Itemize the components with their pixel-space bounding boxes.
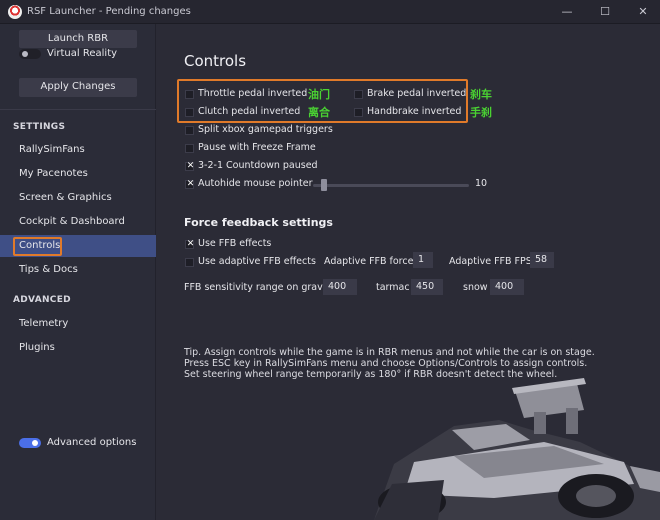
split-xbox-label: Split xbox gamepad triggers — [198, 124, 333, 135]
close-button[interactable]: ✕ — [636, 5, 650, 19]
app-logo-icon — [8, 5, 22, 19]
sidebar-item-label: Telemetry — [19, 318, 69, 329]
sidebar-item-label: RallySimFans — [19, 144, 85, 155]
advanced-section-header: ADVANCED — [13, 295, 71, 305]
sidebar-divider — [0, 109, 156, 110]
autohide-delay-slider[interactable] — [313, 184, 469, 187]
sidebar-item-screen-graphics[interactable]: Screen & Graphics — [0, 187, 156, 209]
tip-line: Press ESC key in RallySimFans menu and c… — [184, 358, 588, 369]
minimize-button[interactable]: — — [560, 5, 574, 19]
sidebar: Launch RBR Virtual Reality Apply Changes… — [0, 24, 156, 520]
throttle-annotation: 油门 — [308, 88, 330, 101]
brake-inverted-checkbox[interactable] — [354, 90, 363, 99]
virtual-reality-label: Virtual Reality — [47, 48, 118, 59]
countdown-paused-checkbox[interactable] — [185, 161, 195, 171]
sidebar-item-label: Cockpit & Dashboard — [19, 216, 125, 227]
sidebar-item-label: Screen & Graphics — [19, 192, 112, 203]
adaptive-ffb-label: Use adaptive FFB effects — [198, 256, 316, 267]
sidebar-item-plugins[interactable]: Plugins — [0, 337, 156, 359]
sidebar-item-rallysimfans[interactable]: RallySimFans — [0, 139, 156, 161]
adaptive-fps-input[interactable]: 58 — [530, 252, 554, 268]
ffb-section-title: Force feedback settings — [184, 216, 333, 229]
slider-thumb[interactable] — [320, 179, 327, 191]
split-xbox-checkbox[interactable] — [185, 126, 194, 135]
sidebar-item-controls[interactable]: Controls — [0, 235, 156, 257]
autohide-pointer-checkbox[interactable] — [185, 179, 195, 189]
advanced-options-toggle[interactable] — [19, 438, 41, 448]
throttle-inverted-label: Throttle pedal inverted — [198, 88, 308, 99]
countdown-paused-label: 3-2-1 Countdown paused — [198, 160, 318, 171]
sidebar-item-my-pacenotes[interactable]: My Pacenotes — [0, 163, 156, 185]
clutch-annotation: 离合 — [308, 106, 330, 119]
launch-rbr-button[interactable]: Launch RBR — [19, 30, 137, 48]
apply-changes-button[interactable]: Apply Changes — [19, 78, 137, 97]
tip-line: Tip. Assign controls while the game is i… — [184, 347, 595, 358]
virtual-reality-toggle[interactable] — [19, 49, 41, 59]
adaptive-force-label: Adaptive FFB force — [324, 256, 414, 267]
sidebar-item-cockpit-dashboard[interactable]: Cockpit & Dashboard — [0, 211, 156, 233]
sidebar-item-label: My Pacenotes — [19, 168, 88, 179]
handbrake-annotation: 手刹 — [470, 106, 492, 119]
autohide-delay-value: 10 — [475, 178, 488, 189]
ffb-sensitivity-label: FFB sensitivity range on gravel — [184, 282, 332, 293]
tarmac-label: tarmac — [376, 282, 410, 293]
brake-annotation: 刹车 — [470, 88, 492, 101]
adaptive-ffb-checkbox[interactable] — [185, 258, 194, 267]
clutch-inverted-label: Clutch pedal inverted — [198, 106, 301, 117]
clutch-inverted-checkbox[interactable] — [185, 108, 194, 117]
snow-range-input[interactable]: 400 — [490, 279, 524, 295]
maximize-button[interactable]: ☐ — [598, 5, 612, 19]
pause-freeze-checkbox[interactable] — [185, 144, 194, 153]
use-ffb-label: Use FFB effects — [198, 238, 272, 249]
throttle-inverted-checkbox[interactable] — [185, 90, 194, 99]
handbrake-inverted-label: Handbrake inverted — [367, 106, 462, 117]
use-ffb-checkbox[interactable] — [185, 239, 195, 249]
advanced-options-label: Advanced options — [47, 437, 137, 448]
sidebar-item-label: Plugins — [19, 342, 55, 353]
page-title: Controls — [184, 52, 247, 70]
rally-car-illustration — [374, 378, 660, 520]
adaptive-fps-label: Adaptive FFB FPS — [449, 256, 532, 267]
handbrake-inverted-checkbox[interactable] — [354, 108, 363, 117]
sidebar-item-label: Tips & Docs — [19, 264, 78, 275]
adaptive-force-input[interactable]: 1 — [413, 252, 433, 268]
autohide-pointer-label: Autohide mouse pointer — [198, 178, 313, 189]
gravel-range-input[interactable]: 400 — [323, 279, 357, 295]
window-title: RSF Launcher - Pending changes — [27, 6, 191, 17]
brake-inverted-label: Brake pedal inverted — [367, 88, 467, 99]
sidebar-item-tips-docs[interactable]: Tips & Docs — [0, 259, 156, 281]
snow-label: snow — [463, 282, 488, 293]
settings-section-header: SETTINGS — [13, 122, 66, 132]
sidebar-item-label: Controls — [19, 240, 61, 251]
controls-panel: Controls Throttle pedal inverted 油门 Brak… — [157, 24, 660, 520]
title-bar: RSF Launcher - Pending changes — ☐ ✕ — [0, 0, 660, 24]
pause-freeze-label: Pause with Freeze Frame — [198, 142, 316, 153]
sidebar-item-telemetry[interactable]: Telemetry — [0, 313, 156, 335]
tarmac-range-input[interactable]: 450 — [411, 279, 443, 295]
